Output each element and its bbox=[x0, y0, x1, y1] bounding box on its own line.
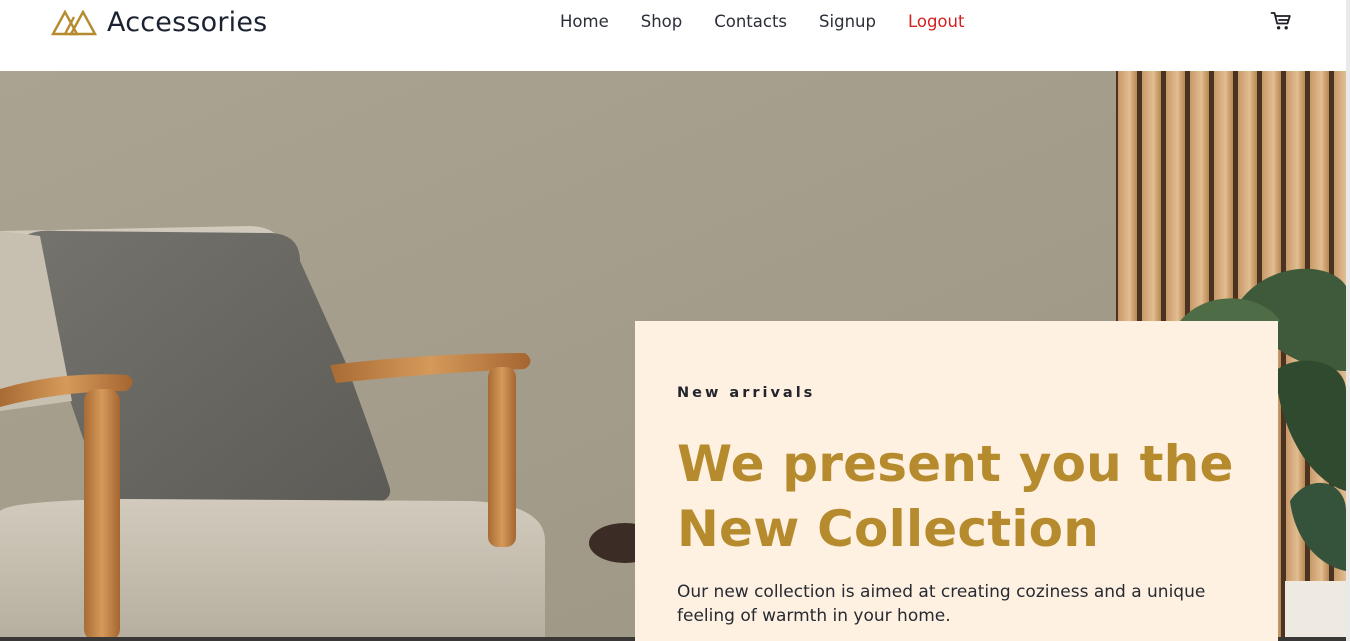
brand-name: Accessories bbox=[107, 6, 268, 38]
brand-logo-icon bbox=[51, 9, 97, 36]
nav-shop[interactable]: Shop bbox=[641, 12, 683, 31]
nav-home[interactable]: Home bbox=[560, 12, 609, 31]
hero-description: Our new collection is aimed at creating … bbox=[677, 582, 1206, 626]
hero-headline-line1: We present you the bbox=[677, 435, 1234, 493]
hero-headline: We present you the New Collection bbox=[677, 432, 1236, 562]
promo-card: New arrivals We present you the New Coll… bbox=[635, 321, 1278, 641]
site-header: Accessories Home Shop Contacts Signup Lo… bbox=[0, 0, 1350, 71]
nav-logout[interactable]: Logout bbox=[908, 12, 965, 31]
page-scrollbar[interactable] bbox=[1346, 0, 1350, 641]
hero-eyebrow: New arrivals bbox=[677, 385, 816, 401]
nav-signup[interactable]: Signup bbox=[819, 12, 876, 31]
brand[interactable]: Accessories bbox=[51, 5, 267, 39]
cart-icon bbox=[1270, 12, 1291, 30]
main-nav: Home Shop Contacts Signup Logout bbox=[544, 9, 980, 33]
nav-contacts[interactable]: Contacts bbox=[714, 12, 787, 31]
cart-button[interactable] bbox=[1270, 11, 1292, 31]
hero-headline-line2: New Collection bbox=[677, 500, 1100, 558]
